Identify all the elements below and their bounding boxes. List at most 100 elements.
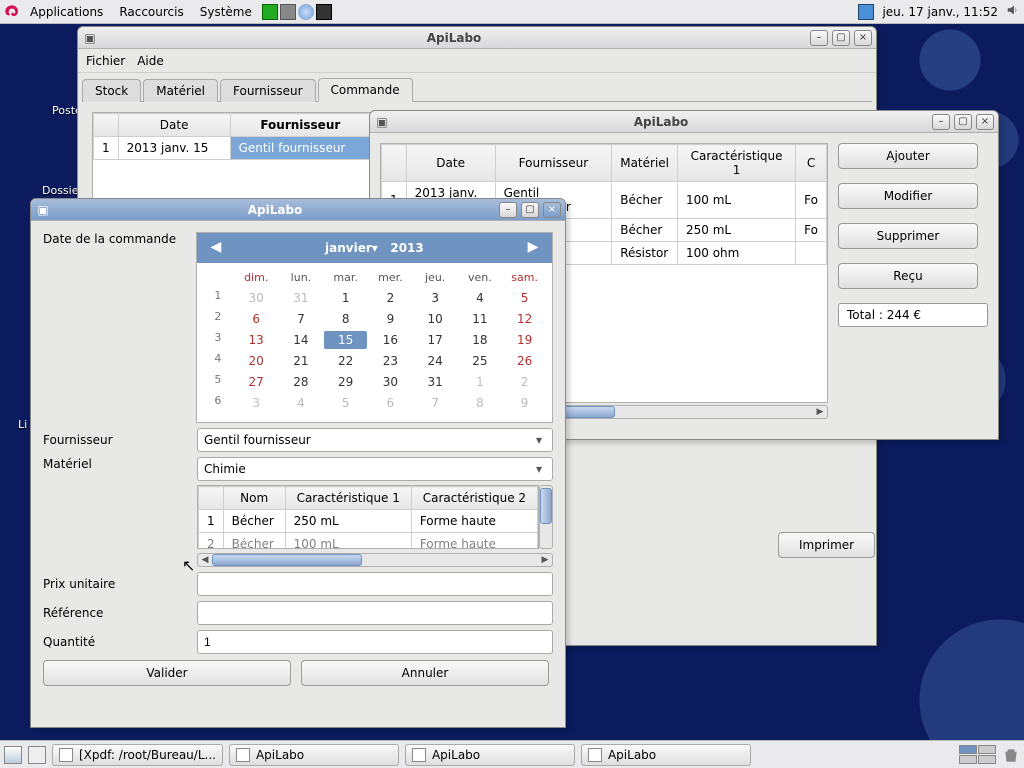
maximize-button[interactable]: ▢ (832, 30, 850, 46)
col-fournisseur[interactable]: Fournisseur (495, 145, 612, 182)
task-apilabo-1[interactable]: ApiLabo (229, 744, 399, 766)
calendar-day[interactable]: 2 (369, 289, 412, 307)
col-nom[interactable]: Nom (223, 487, 285, 510)
close-button[interactable]: × (543, 202, 561, 218)
calendar-day[interactable]: 8 (324, 310, 367, 328)
calendar-day[interactable]: 30 (235, 289, 278, 307)
clock[interactable]: jeu. 17 janv., 11:52 (878, 5, 1002, 19)
calendar-day[interactable]: 17 (414, 331, 457, 349)
titlebar-main[interactable]: ▣ ApiLabo – ▢ × (78, 27, 876, 49)
titlebar-modal[interactable]: ▣ ApiLabo – ▢ × (31, 199, 565, 221)
maximize-button[interactable]: ▢ (521, 202, 539, 218)
minimize-button[interactable]: – (499, 202, 517, 218)
calendar-day[interactable]: 5 (503, 289, 546, 307)
network-icon[interactable] (858, 4, 874, 20)
tray-icon[interactable] (28, 746, 46, 764)
delete-button[interactable]: Supprimer (838, 223, 978, 249)
calendar-day[interactable]: 9 (369, 310, 412, 328)
calendar-day[interactable]: 25 (459, 352, 502, 370)
menu-applications[interactable]: Applications (24, 3, 109, 21)
calendar-day[interactable]: 21 (280, 352, 323, 370)
calendar-day[interactable]: 27 (235, 373, 278, 391)
workspace-switcher[interactable] (959, 745, 996, 764)
print-button[interactable]: Imprimer (778, 532, 875, 558)
calendar-day[interactable]: 3 (235, 394, 278, 412)
titlebar-detail[interactable]: ▣ ApiLabo – ▢ × (370, 111, 998, 133)
terminal-icon[interactable] (316, 4, 332, 20)
calendar-prev[interactable]: ◀ (207, 239, 225, 257)
validate-button[interactable]: Valider (43, 660, 291, 686)
calendar-day[interactable]: 2 (503, 373, 546, 391)
col-fournisseur[interactable]: Fournisseur (230, 114, 370, 137)
calendar-day[interactable]: 15 (324, 331, 367, 349)
web-icon[interactable] (298, 4, 314, 20)
materiel-combo[interactable]: Chimie ▾ (197, 457, 553, 481)
calendar-day[interactable]: 10 (414, 310, 457, 328)
calendar-day[interactable]: 6 (235, 310, 278, 328)
calendar-day[interactable]: 9 (503, 394, 546, 412)
table-row[interactable]: 2 Bécher 100 mL Forme haute (199, 533, 538, 550)
col-materiel[interactable]: Matériel (612, 145, 678, 182)
calendar-day[interactable]: 28 (280, 373, 323, 391)
v-scrollbar[interactable] (539, 485, 553, 549)
calendar-day[interactable]: 1 (324, 289, 367, 307)
calendar-day[interactable]: 31 (280, 289, 323, 307)
calendar-day[interactable]: 8 (459, 394, 502, 412)
calendar-day[interactable]: 4 (280, 394, 323, 412)
calendar-day[interactable]: 12 (503, 310, 546, 328)
calendar-day[interactable]: 6 (369, 394, 412, 412)
close-button[interactable]: × (854, 30, 872, 46)
monitor-icon[interactable] (262, 4, 278, 20)
calendar-day[interactable]: 18 (459, 331, 502, 349)
calendar-day[interactable]: 14 (280, 331, 323, 349)
prix-input[interactable] (197, 572, 553, 596)
calendar-day[interactable]: 16 (369, 331, 412, 349)
materiel-subtable[interactable]: Nom Caractéristique 1 Caractéristique 2 … (198, 486, 538, 549)
table-row[interactable]: 1 2013 janv. 15 Gentil fournisseur (94, 137, 371, 160)
calendar-title[interactable]: janvier▾ 2013 (325, 241, 424, 255)
minimize-button[interactable]: – (810, 30, 828, 46)
tab-stock[interactable]: Stock (82, 79, 141, 102)
volume-icon[interactable] (1006, 3, 1020, 20)
quantite-input[interactable] (197, 630, 553, 654)
calendar-day[interactable]: 24 (414, 352, 457, 370)
fournisseur-combo[interactable]: Gentil fournisseur ▾ (197, 428, 553, 452)
task-apilabo-3[interactable]: ApiLabo (581, 744, 751, 766)
calendar-day[interactable]: 11 (459, 310, 502, 328)
calendar-day[interactable]: 30 (369, 373, 412, 391)
calendar-day[interactable]: 23 (369, 352, 412, 370)
calendar-day[interactable]: 29 (324, 373, 367, 391)
col-date[interactable]: Date (406, 145, 495, 182)
menu-system[interactable]: Système (194, 3, 258, 21)
calendar-day[interactable]: 5 (324, 394, 367, 412)
calendar-day[interactable]: 3 (414, 289, 457, 307)
col-c2[interactable]: Caractéristique 2 (411, 487, 537, 510)
calendar-day[interactable]: 22 (324, 352, 367, 370)
calendar-day[interactable]: 7 (280, 310, 323, 328)
calendar-day[interactable]: 20 (235, 352, 278, 370)
calendar-day[interactable]: 7 (414, 394, 457, 412)
calendar-next[interactable]: ▶ (524, 239, 542, 257)
commande-table[interactable]: Date Fournisseur 1 2013 janv. 15 Gentil … (93, 113, 371, 160)
task-xpdf[interactable]: [Xpdf: /root/Bureau/L... (52, 744, 223, 766)
task-apilabo-2[interactable]: ApiLabo (405, 744, 575, 766)
add-button[interactable]: Ajouter (838, 143, 978, 169)
show-desktop-icon[interactable] (4, 746, 22, 764)
col-carac1[interactable]: Caractéristique 1 (678, 145, 796, 182)
h-scrollbar[interactable]: ◀ ▶ (197, 553, 553, 567)
calculator-icon[interactable] (280, 4, 296, 20)
calendar-day[interactable]: 13 (235, 331, 278, 349)
maximize-button[interactable]: ▢ (954, 114, 972, 130)
menu-file[interactable]: Fichier (86, 54, 125, 68)
close-button[interactable]: × (976, 114, 994, 130)
reference-input[interactable] (197, 601, 553, 625)
col-c1[interactable]: Caractéristique 1 (285, 487, 411, 510)
menu-help[interactable]: Aide (137, 54, 164, 68)
modify-button[interactable]: Modifier (838, 183, 978, 209)
col-date[interactable]: Date (118, 114, 230, 137)
minimize-button[interactable]: – (932, 114, 950, 130)
calendar-day[interactable]: 31 (414, 373, 457, 391)
tab-fournisseur[interactable]: Fournisseur (220, 79, 316, 102)
calendar-day[interactable]: 1 (459, 373, 502, 391)
tab-commande[interactable]: Commande (318, 78, 413, 102)
